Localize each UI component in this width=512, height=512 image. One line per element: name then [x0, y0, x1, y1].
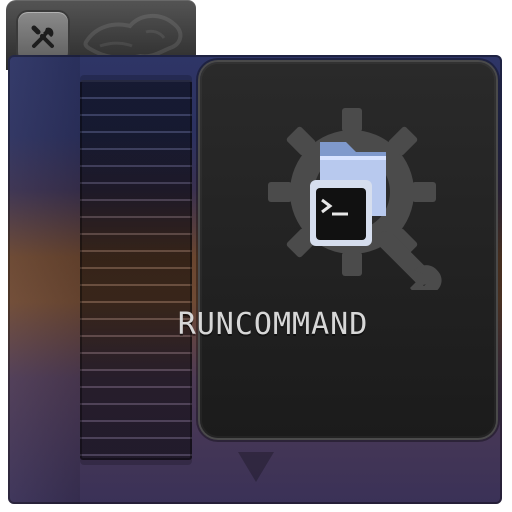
- terminal-icon: [310, 180, 372, 246]
- cartridge-scene: RUNCOMMAND: [0, 0, 512, 512]
- down-arrow-icon: [238, 452, 274, 482]
- runcommand-title: RUNCOMMAND: [177, 307, 369, 342]
- cartridge-left-strip: [8, 55, 80, 504]
- gear-icon: [268, 108, 442, 290]
- grip-ridges: [80, 80, 192, 460]
- tools-icon: [31, 25, 54, 48]
